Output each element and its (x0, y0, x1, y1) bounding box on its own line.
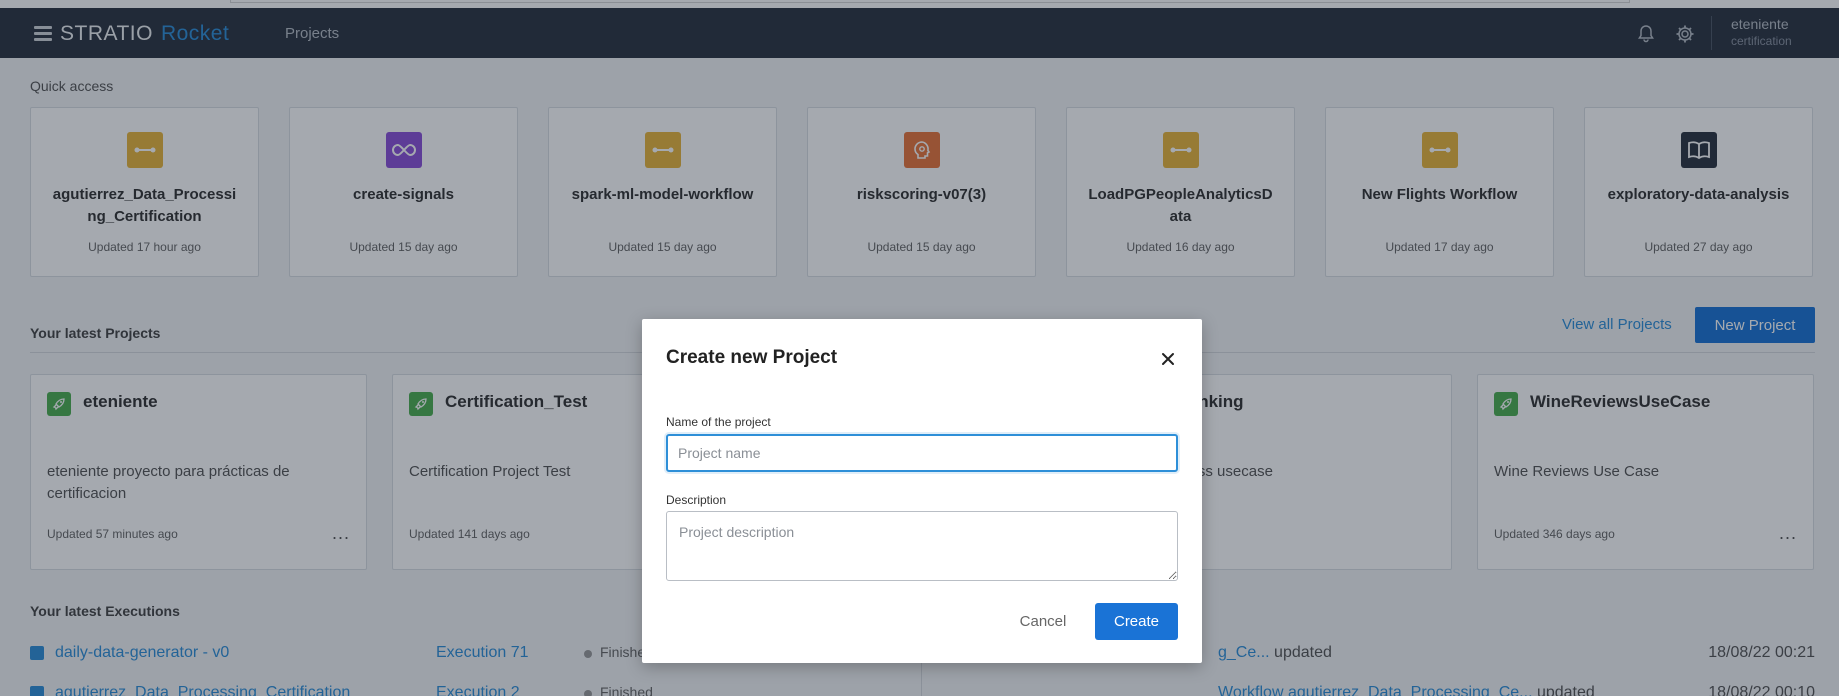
project-description-input[interactable] (666, 511, 1178, 581)
create-project-modal: Create new Project Name of the project D… (642, 319, 1202, 663)
create-button[interactable]: Create (1095, 603, 1178, 640)
description-label: Description (666, 493, 727, 507)
project-name-label: Name of the project (666, 415, 771, 429)
close-icon[interactable] (1159, 350, 1177, 368)
modal-title: Create new Project (666, 347, 838, 368)
project-name-input[interactable] (666, 434, 1178, 472)
cancel-button[interactable]: Cancel (1010, 603, 1076, 639)
